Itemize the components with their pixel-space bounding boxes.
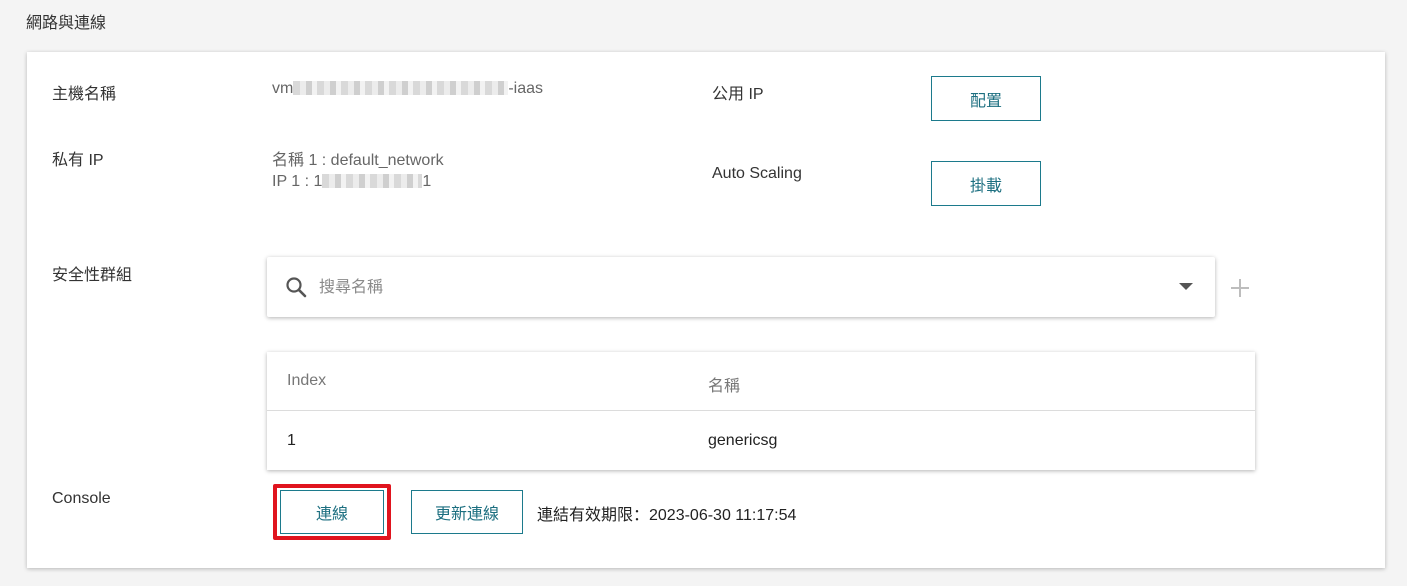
redacted-ip-blur xyxy=(322,174,423,188)
add-security-group-icon[interactable] xyxy=(1230,278,1250,298)
security-group-search-input[interactable] xyxy=(317,275,1141,301)
table-header-name: 名稱 xyxy=(708,378,741,395)
connect-button-highlight xyxy=(273,484,391,540)
security-group-table: Index 名稱 1 genericsg xyxy=(267,352,1255,470)
private-ip-name-line: 名稱 1 : default_network xyxy=(272,152,444,169)
configure-public-ip-button[interactable]: 配置 xyxy=(931,76,1041,121)
search-icon xyxy=(286,277,307,298)
table-divider xyxy=(267,410,1255,411)
host-label: 主機名稱 xyxy=(52,86,117,103)
auto-scaling-label: Auto Scaling xyxy=(712,165,802,182)
table-cell-name: genericsg xyxy=(708,432,778,449)
private-ip-label: 私有 IP xyxy=(52,152,104,169)
table-cell-index: 1 xyxy=(287,432,296,449)
redacted-host-blur xyxy=(293,81,509,95)
network-card: 主機名稱 vm -iaas 公用 IP 配置 私有 IP 名稱 1 : defau… xyxy=(27,52,1385,568)
refresh-connection-button[interactable]: 更新連線 xyxy=(411,490,523,534)
section-title: 網路與連線 xyxy=(26,15,107,32)
public-ip-label: 公用 IP xyxy=(712,86,764,103)
security-group-label: 安全性群組 xyxy=(52,267,133,284)
private-ip-suffix: 1 xyxy=(422,173,432,190)
host-value-suffix: -iaas xyxy=(508,80,544,97)
security-group-search-select[interactable] xyxy=(267,257,1215,317)
table-header-index: Index xyxy=(287,372,327,389)
host-value: vm -iaas xyxy=(272,80,543,98)
private-ip-prefix: IP 1 : 1 xyxy=(272,173,323,190)
console-label: Console xyxy=(52,490,111,507)
host-value-prefix: vm xyxy=(272,80,294,97)
attach-auto-scaling-button[interactable]: 掛載 xyxy=(931,161,1041,206)
dropdown-arrow-icon[interactable] xyxy=(1179,283,1193,291)
private-ip-address-line: IP 1 : 1 1 xyxy=(272,173,431,191)
connection-expiry-text: 連結有效期限：2023-06-30 11:17:54 xyxy=(537,507,797,524)
